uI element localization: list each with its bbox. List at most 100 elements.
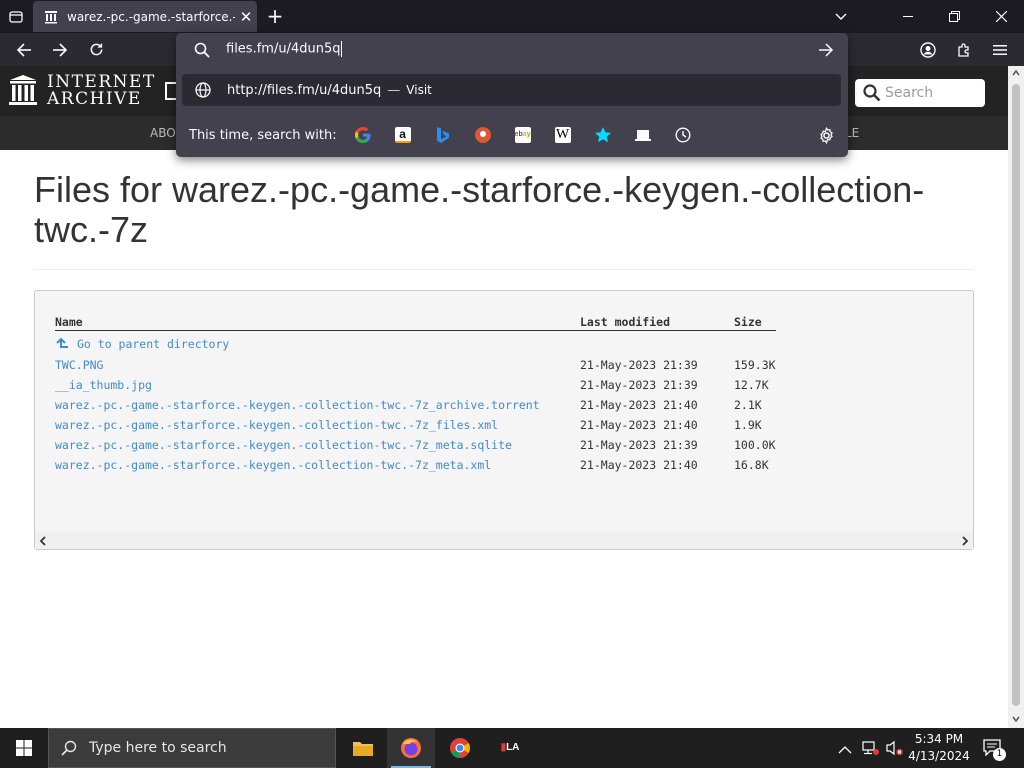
amazon-icon[interactable]: a [391,123,415,147]
file-explorer-icon[interactable] [339,728,387,768]
file-modified: 21-May-2023 21:40 [580,458,698,472]
scroll-right-icon[interactable] [961,536,969,546]
file-link[interactable]: warez.-pc.-game.-starforce.-keygen.-coll… [55,418,498,432]
browser-tab-active[interactable]: warez.-pc.-game.-starforce.-keygen.-coll… [33,1,257,32]
go-arrow-icon[interactable] [818,42,834,61]
table-row: TWC.PNG 21-May-2023 21:39 159.3K [35,358,975,378]
history-icon[interactable] [671,123,695,147]
file-link[interactable]: warez.-pc.-game.-starforce.-keygen.-coll… [55,398,540,412]
volume-muted-icon[interactable] [886,740,904,760]
urlbar-dropdown: files.fm/u/4dun5q http://files.fm/u/4dun… [176,33,848,157]
file-modified: 21-May-2023 21:39 [580,438,698,452]
browser-titlebar: warez.-pc.-game.-starforce.-keygen.-coll… [0,0,1024,33]
suggestion-separator: — [387,82,401,98]
taskbar-search-placeholder: Type here to search [89,740,227,756]
bing-icon[interactable] [431,123,455,147]
parent-directory-link[interactable]: Go to parent directory [55,337,229,351]
file-link[interactable]: __ia_thumb.jpg [55,378,152,392]
column-header-size[interactable]: Size [734,315,762,329]
google-icon[interactable] [351,123,375,147]
media-app-icon[interactable]: ▮LA [486,728,534,768]
file-link[interactable]: warez.-pc.-game.-starforce.-keygen.-coll… [55,458,491,472]
internet-archive-logo-icon[interactable] [9,75,37,107]
globe-icon [195,82,211,98]
taskbar-search-input[interactable]: Type here to search [48,728,336,768]
internet-archive-favicon-icon [43,9,59,25]
scroll-down-icon[interactable] [1012,716,1020,722]
internet-archive-wordmark[interactable]: INTERNET ARCHIVE [47,74,156,108]
scroll-left-icon[interactable] [39,536,47,546]
file-modified: 21-May-2023 21:40 [580,418,698,432]
windows-start-icon[interactable] [0,728,48,768]
restore-window-button[interactable] [931,0,977,33]
scroll-up-icon[interactable] [1012,70,1020,76]
suggestion-action: Visit [406,83,432,97]
scrollbar-thumb[interactable] [1012,84,1020,706]
file-modified: 21-May-2023 21:39 [580,358,698,372]
file-link[interactable]: TWC.PNG [55,358,103,372]
table-row: __ia_thumb.jpg 21-May-2023 21:39 12.7K [35,378,975,398]
url-suggestion-row[interactable]: http://files.fm/u/4dun5q — Visit [182,74,841,106]
horizontal-scrollbar[interactable] [35,532,973,549]
table-row: warez.-pc.-game.-starforce.-keygen.-coll… [35,418,975,438]
table-row: warez.-pc.-game.-starforce.-keygen.-coll… [35,438,975,458]
magnifier-icon [863,84,881,102]
up-arrow-icon [56,337,68,348]
clock-time: 5:34 PM [914,732,964,746]
system-clock[interactable]: 5:34 PM 4/13/2024 [906,731,972,765]
table-row: warez.-pc.-game.-starforce.-keygen.-coll… [35,458,975,478]
site-search-input[interactable]: Search [855,79,985,107]
title-divider [34,269,974,270]
parent-directory-label: Go to parent directory [77,337,230,351]
suggestion-url: http://files.fm/u/4dun5q [227,82,382,98]
account-icon[interactable] [912,33,944,66]
notifications-icon[interactable]: 1 [982,738,1006,761]
table-row: warez.-pc.-game.-starforce.-keygen.-coll… [35,398,975,418]
firefox-icon[interactable] [387,728,435,768]
tab-close-icon[interactable]: ✕ [235,8,257,26]
extensions-puzzle-icon[interactable] [948,33,980,66]
site-search-placeholder: Search [885,85,934,101]
tab-overview-icon[interactable] [6,7,26,27]
tab-title: warez.-pc.-game.-starforce.-keygen.-coll… [67,9,235,24]
chrome-icon[interactable] [436,728,484,768]
column-header-name[interactable]: Name [55,315,83,329]
file-size: 12.7K [734,378,769,392]
page-content: Files for warez.-pc.-game.-starforce.-ke… [0,150,1008,728]
file-size: 16.8K [734,458,769,472]
page-vertical-scrollbar[interactable] [1008,66,1024,728]
file-modified: 21-May-2023 21:39 [580,378,698,392]
column-header-modified[interactable]: Last modified [580,315,670,329]
file-size: 100.0K [734,438,776,452]
url-input[interactable]: files.fm/u/4dun5q [226,41,343,57]
windows-taskbar: Type here to search ▮LA 5:34 PM 4/13/202… [0,728,1024,768]
hamburger-menu-icon[interactable] [984,33,1016,66]
logo-line-2: ARCHIVE [47,89,142,109]
file-size: 1.9K [734,418,762,432]
file-modified: 21-May-2023 21:40 [580,398,698,412]
file-listing: Name Last modified Size Go to parent dir… [34,290,974,550]
forward-arrow-icon[interactable] [44,33,76,66]
notification-count-badge: 1 [993,748,1006,761]
show-hidden-icons-icon[interactable] [838,740,852,759]
clock-date: 4/13/2024 [908,749,970,763]
list-all-tabs-icon[interactable] [818,0,864,33]
wikipedia-icon[interactable]: W [551,123,575,147]
duckduckgo-icon[interactable] [471,123,495,147]
file-link[interactable]: warez.-pc.-game.-starforce.-keygen.-coll… [55,438,512,452]
search-settings-gear-icon[interactable] [818,126,835,148]
urlbar-search-icon [194,42,210,62]
reload-icon[interactable] [80,33,112,66]
network-icon[interactable] [862,740,880,760]
new-tab-button[interactable]: + [264,5,286,27]
minimize-window-button[interactable] [885,0,931,33]
taskbar-search-icon [61,740,77,756]
file-size: 2.1K [734,398,762,412]
search-with-label: This time, search with: [189,127,337,143]
bookmarks-icon[interactable] [591,123,615,147]
tabs-icon[interactable] [631,123,655,147]
ebay-icon[interactable]: ebay [511,123,535,147]
close-window-button[interactable] [978,0,1024,33]
back-arrow-icon[interactable] [8,33,40,66]
file-size: 159.3K [734,358,776,372]
